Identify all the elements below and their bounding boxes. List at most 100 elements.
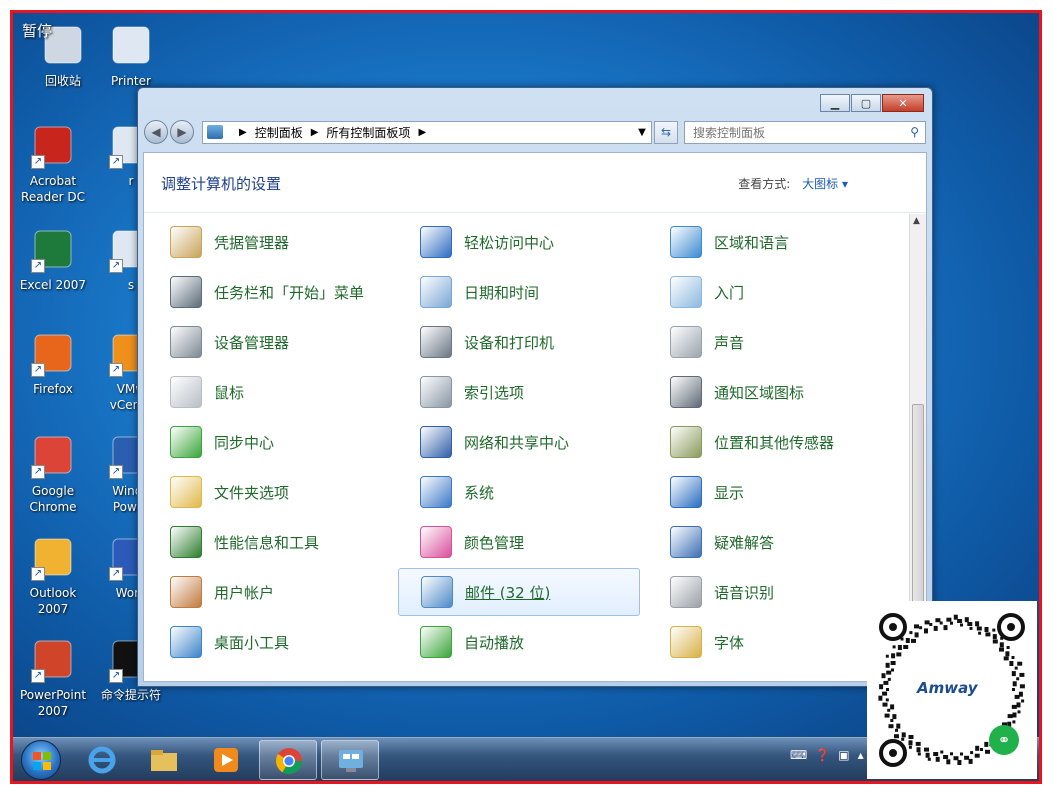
search-icon[interactable]: ⚲ — [910, 125, 919, 139]
control-panel-item[interactable]: 语音识别 — [648, 568, 890, 616]
search-box[interactable]: ⚲ — [684, 120, 926, 144]
taskbar-icon — [170, 276, 202, 308]
close-button[interactable]: ✕ — [882, 94, 924, 112]
control-panel-item[interactable]: 网络和共享中心 — [398, 418, 640, 466]
maximize-button[interactable]: ▢ — [851, 94, 881, 112]
location-sensor-icon — [670, 426, 702, 458]
control-panel-item-label: 文件夹选项 — [214, 483, 290, 502]
ease-of-access-icon — [420, 226, 452, 258]
view-by-label: 查看方式: — [738, 177, 791, 191]
back-button[interactable]: ◀ — [144, 120, 168, 144]
shortcut-arrow-icon: ↗ — [31, 669, 45, 683]
taskbar-media-button[interactable] — [197, 740, 255, 780]
folder-options-icon — [170, 476, 202, 508]
breadcrumb-control-panel[interactable]: 控制面板 — [255, 124, 303, 141]
control-panel-item[interactable]: 通知区域图标 — [648, 368, 890, 416]
indexing-icon — [420, 376, 452, 408]
control-panel-item[interactable]: 声音 — [648, 318, 890, 366]
keyboard-icon[interactable]: ⌨ — [790, 748, 807, 762]
control-panel-item[interactable]: 字体 — [648, 618, 890, 666]
tray-expand-icon[interactable]: ▴ — [858, 748, 864, 762]
control-panel-item-label: 区域和语言 — [714, 233, 790, 252]
system-icon — [420, 476, 452, 508]
control-panel-item-label: 通知区域图标 — [714, 383, 805, 402]
mini-program-icon: ⚭ — [989, 725, 1019, 755]
taskbar-explorer-button[interactable] — [135, 740, 193, 780]
taskbar-control-panel-button[interactable] — [321, 740, 379, 780]
shortcut-arrow-icon: ↗ — [109, 155, 123, 169]
control-panel-item[interactable]: 索引选项 — [398, 368, 640, 416]
control-panel-item[interactable]: 位置和其他传感器 — [648, 418, 890, 466]
control-panel-item-label: 同步中心 — [214, 433, 275, 452]
start-button[interactable] — [21, 740, 61, 780]
control-panel-item[interactable]: 同步中心 — [148, 418, 390, 466]
taskbar-chrome-button[interactable] — [259, 740, 317, 780]
desktop-icon[interactable]: ↗ PowerPoint 2007 — [13, 635, 93, 719]
desktop-icon[interactable]: ↗ Acrobat Reader DC — [13, 121, 93, 205]
control-panel-item-label: 网络和共享中心 — [464, 433, 570, 452]
sync-center-icon — [170, 426, 202, 458]
control-panel-item[interactable]: 鼠标 — [148, 368, 390, 416]
control-panel-items: 凭据管理器 轻松访问中心 区域和语言任务栏和「开始」菜单 日期和时间 入门设备管理器 设备… — [144, 214, 911, 681]
control-panel-item[interactable]: 设备和打印机 — [398, 318, 640, 366]
forward-button[interactable]: ▶ — [170, 120, 194, 144]
control-panel-icon — [339, 750, 363, 772]
address-bar[interactable]: ▶ 控制面板 ▶ 所有控制面板项 ▶ ▼ — [202, 120, 652, 144]
taskbar-ie-button[interactable] — [73, 740, 131, 780]
control-panel-item[interactable]: 入门 — [648, 268, 890, 316]
control-panel-item[interactable]: 性能信息和工具 — [148, 518, 390, 566]
control-panel-item[interactable]: 自动播放 — [398, 618, 640, 666]
control-panel-item-label: 用户帐户 — [214, 583, 275, 602]
control-panel-item[interactable]: 系统 — [398, 468, 640, 516]
control-panel-item[interactable]: 任务栏和「开始」菜单 — [148, 268, 390, 316]
credential-manager-icon — [170, 226, 202, 258]
content-pane: 调整计算机的设置 查看方式: 大图标 ▾ 凭据管理器 轻松访问中心 区域和语言 任务栏… — [143, 152, 927, 682]
desktop-icon[interactable]: ↗ Google Chrome — [13, 431, 93, 515]
help-icon[interactable]: ❓ — [815, 748, 830, 762]
desktop-icon[interactable]: Printer — [91, 21, 171, 89]
autoplay-icon — [420, 626, 452, 658]
desktop-icon-label: 命令提示符 — [100, 688, 161, 702]
breadcrumb-all-items[interactable]: 所有控制面板项 — [326, 124, 410, 141]
shortcut-arrow-icon: ↗ — [31, 567, 45, 581]
control-panel-item-label: 字体 — [714, 633, 745, 652]
control-panel-item[interactable]: 日期和时间 — [398, 268, 640, 316]
control-panel-item-label: 位置和其他传感器 — [714, 433, 835, 452]
display-icon — [670, 476, 702, 508]
control-panel-item[interactable]: 用户帐户 — [148, 568, 390, 616]
desktop-icon[interactable]: ↗ Excel 2007 — [13, 225, 93, 293]
control-panel-item[interactable]: 轻松访问中心 — [398, 218, 640, 266]
shortcut-arrow-icon: ↗ — [109, 669, 123, 683]
shortcut-arrow-icon: ↗ — [109, 363, 123, 377]
amway-logo: Amway — [917, 679, 978, 697]
control-panel-item[interactable]: 文件夹选项 — [148, 468, 390, 516]
breadcrumb-separator-icon: ▶ — [239, 126, 247, 138]
desktop-icon[interactable]: ↗ Outlook 2007 — [13, 533, 93, 617]
pause-overlay-text: 暂停 — [22, 22, 53, 40]
control-panel-item[interactable]: 设备管理器 — [148, 318, 390, 366]
control-panel-item[interactable]: 区域和语言 — [648, 218, 890, 266]
gear-icon — [107, 21, 155, 69]
desktop-icon[interactable]: ↗ Firefox — [13, 329, 93, 397]
view-by-dropdown[interactable]: 大图标 ▾ — [802, 177, 848, 191]
scroll-up-icon[interactable]: ▲ — [913, 216, 920, 226]
calendar-clock-icon — [420, 276, 452, 308]
breadcrumb-separator-icon: ▶ — [418, 126, 427, 138]
refresh-button[interactable]: ⇆ — [654, 120, 678, 144]
control-panel-item[interactable]: 凭据管理器 — [148, 218, 390, 266]
control-panel-item[interactable]: 显示 — [648, 468, 890, 516]
control-panel-item[interactable]: 疑难解答 — [648, 518, 890, 566]
minimize-button[interactable]: ▁ — [820, 94, 850, 112]
network-tray-icon[interactable]: ▣ — [838, 748, 849, 762]
performance-icon — [170, 526, 202, 558]
notification-area-icon — [670, 376, 702, 408]
control-panel-item-label: 系统 — [464, 483, 495, 502]
shortcut-arrow-icon: ↗ — [31, 363, 45, 377]
control-panel-item[interactable]: 桌面小工具 — [148, 618, 390, 666]
control-panel-item[interactable]: 邮件 (32 位) — [398, 568, 640, 616]
search-input[interactable] — [685, 122, 895, 143]
chrome-icon: ↗ — [29, 431, 77, 479]
desktop-icon-label: Excel 2007 — [19, 278, 87, 292]
control-panel-item[interactable]: 颜色管理 — [398, 518, 640, 566]
address-dropdown-icon[interactable]: ▼ — [633, 127, 651, 138]
